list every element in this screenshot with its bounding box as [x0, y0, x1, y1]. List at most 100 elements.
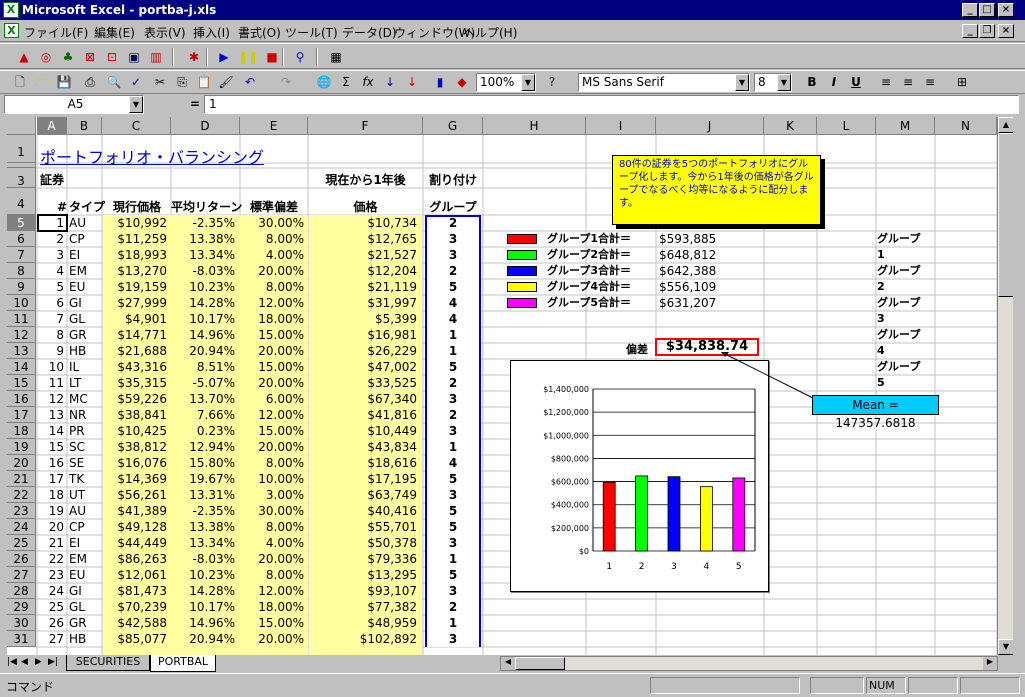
underline-button[interactable]: U [846, 72, 866, 92]
cell-future-price[interactable]: $12,765 [309, 231, 417, 247]
macro-icon-3[interactable]: ♣ [58, 47, 78, 67]
cell-price[interactable]: $56,261 [103, 487, 167, 503]
cell-price[interactable]: $43,316 [103, 359, 167, 375]
doc-restore-button[interactable]: ❐ [979, 24, 995, 38]
cell-group[interactable]: 3 [425, 247, 481, 263]
cell-group[interactable]: 1 [425, 343, 481, 359]
header-future-price[interactable]: 価格 [309, 199, 422, 215]
column-header-m[interactable]: M [876, 117, 935, 135]
spelling-icon[interactable]: ✓ [126, 72, 146, 92]
cell-future-price[interactable]: $33,525 [309, 375, 417, 391]
group-total-value[interactable]: $642,388 [659, 263, 759, 279]
cell-price[interactable]: $12,061 [103, 567, 167, 583]
align-left-icon[interactable]: ≡ [876, 72, 896, 92]
cell-price[interactable]: $41,389 [103, 503, 167, 519]
row-header-10[interactable]: 10 [7, 295, 36, 311]
cell-future-price[interactable]: $13,295 [309, 567, 417, 583]
cell-group[interactable]: 3 [425, 231, 481, 247]
cell-num[interactable]: 20 [37, 519, 64, 535]
row-header-21[interactable]: 21 [7, 471, 36, 487]
zoom-select[interactable]: 100% ▼ [476, 73, 536, 92]
column-m-label[interactable]: 3 [877, 311, 933, 327]
cell-num[interactable]: 9 [37, 343, 64, 359]
row-header-28[interactable]: 28 [7, 583, 36, 599]
cell-future-price[interactable]: $102,892 [309, 631, 417, 647]
cell-future-price[interactable]: $5,399 [309, 311, 417, 327]
cell-num[interactable]: 2 [37, 231, 64, 247]
row-header-7[interactable]: 7 [7, 247, 36, 263]
row-header-19[interactable]: 19 [7, 439, 36, 455]
cell-num[interactable]: 12 [37, 391, 64, 407]
cell-sd[interactable]: 30.00% [240, 215, 304, 231]
cell-num[interactable]: 26 [37, 615, 64, 631]
cell-num[interactable]: 4 [37, 263, 64, 279]
cell-num[interactable]: 3 [37, 247, 64, 263]
cell-group[interactable]: 3 [425, 631, 481, 647]
row-header-12[interactable]: 12 [7, 327, 36, 343]
cell-num[interactable]: 13 [37, 407, 64, 423]
row-header-14[interactable]: 14 [7, 359, 36, 375]
row-header-30[interactable]: 30 [7, 615, 36, 631]
cell-return[interactable]: 14.96% [171, 615, 235, 631]
cell-future-price[interactable]: $21,527 [309, 247, 417, 263]
name-box[interactable]: A5 ▼ [4, 95, 144, 114]
column-header-k[interactable]: K [764, 117, 817, 135]
menu-view[interactable]: 表示(V) [144, 24, 186, 41]
cell-return[interactable]: 10.17% [171, 599, 235, 615]
cell-type[interactable]: EI [69, 535, 103, 551]
row-header-17[interactable]: 17 [7, 407, 36, 423]
cell-group[interactable]: 1 [425, 615, 481, 631]
column-m-label[interactable]: グループ [877, 359, 933, 375]
cell-type[interactable]: HB [69, 631, 103, 647]
tab-nav-next-icon[interactable]: ▶ [35, 657, 42, 667]
select-all-button[interactable] [7, 117, 36, 135]
help-icon[interactable]: ? [542, 72, 562, 92]
group-total-value[interactable]: $556,109 [659, 279, 759, 295]
column-m-label[interactable]: 1 [877, 247, 933, 263]
cell-group[interactable]: 3 [425, 535, 481, 551]
cell-price[interactable]: $86,263 [103, 551, 167, 567]
column-header-e[interactable]: E [240, 117, 308, 135]
cell-return[interactable]: 13.38% [171, 519, 235, 535]
cell-return[interactable]: 14.28% [171, 295, 235, 311]
cell-num[interactable]: 11 [37, 375, 64, 391]
cell-return[interactable]: 13.70% [171, 391, 235, 407]
cell-sd[interactable]: 20.00% [240, 631, 304, 647]
cell-num[interactable]: 21 [37, 535, 64, 551]
cell-group[interactable]: 2 [425, 215, 481, 231]
open-icon[interactable]: 🗁 [32, 72, 52, 92]
header-price[interactable]: 現行価格 [103, 199, 171, 215]
column-m-label[interactable]: グループ [877, 231, 933, 247]
row-header-31[interactable]: 31 [7, 631, 36, 647]
cell-return[interactable]: 7.66% [171, 407, 235, 423]
play-icon[interactable]: ▶ [214, 47, 234, 67]
column-header-h[interactable]: H [483, 117, 586, 135]
cell-future-price[interactable]: $10,449 [309, 423, 417, 439]
column-m-label[interactable]: グループ [877, 327, 933, 343]
cell-price[interactable]: $21,688 [103, 343, 167, 359]
cell-return[interactable]: 14.28% [171, 583, 235, 599]
cell-group[interactable]: 1 [425, 439, 481, 455]
autosum-icon[interactable]: Σ [336, 72, 356, 92]
cell-group[interactable]: 5 [425, 359, 481, 375]
chart-window-icon[interactable]: ▦ [326, 47, 346, 67]
cell-group[interactable]: 2 [425, 263, 481, 279]
cell-num[interactable]: 14 [37, 423, 64, 439]
cell-type[interactable]: HB [69, 343, 103, 359]
cell-future-price[interactable]: $21,119 [309, 279, 417, 295]
row-header-22[interactable]: 22 [7, 487, 36, 503]
cut-icon[interactable]: ✂ [150, 72, 170, 92]
menu-file[interactable]: ファイル(F) [24, 24, 88, 41]
cell-type[interactable]: EU [69, 567, 103, 583]
cell-sd[interactable]: 30.00% [240, 503, 304, 519]
cell-num[interactable]: 27 [37, 631, 64, 647]
font-size-select[interactable]: 8 ▼ [754, 73, 792, 92]
macro-icon-4[interactable]: ⊠ [80, 47, 100, 67]
cell-num[interactable]: 24 [37, 583, 64, 599]
cell-future-price[interactable]: $67,340 [309, 391, 417, 407]
sheet-title[interactable]: ポートフォリオ・バランシング [40, 147, 340, 169]
function-icon[interactable]: fx [358, 72, 378, 92]
chevron-down-icon[interactable]: ▼ [777, 74, 791, 91]
row-header-8[interactable]: 8 [7, 263, 36, 279]
cell-sd[interactable]: 15.00% [240, 327, 304, 343]
